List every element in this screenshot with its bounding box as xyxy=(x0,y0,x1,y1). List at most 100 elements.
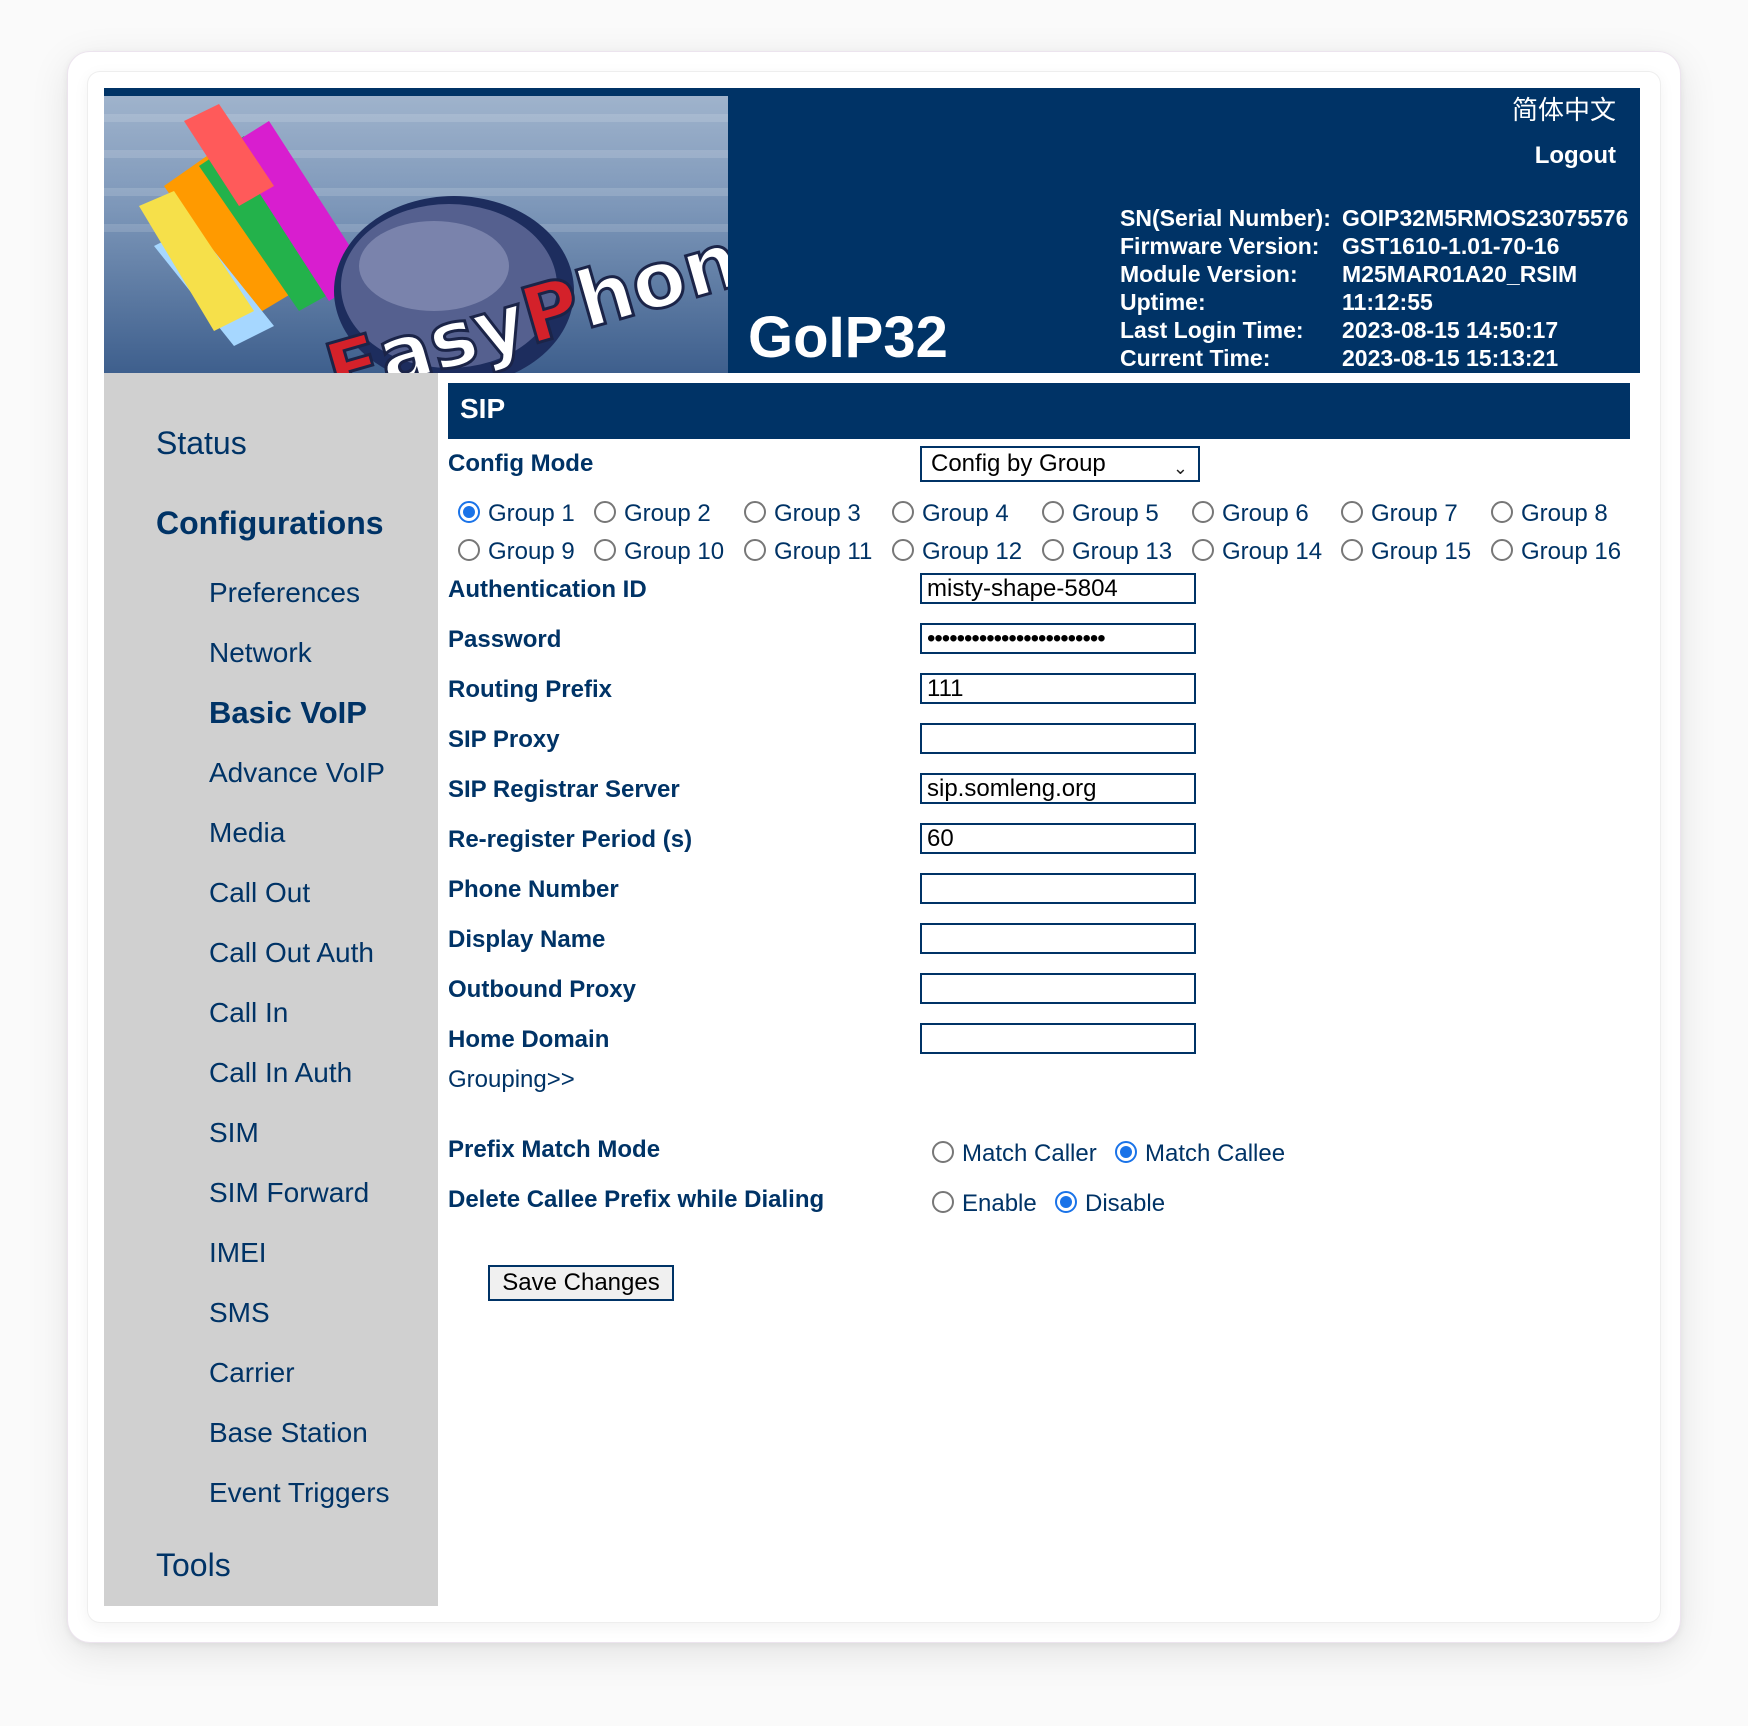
enable-radio[interactable]: Enable xyxy=(932,1190,1037,1218)
sip-proxy-input[interactable] xyxy=(920,723,1196,754)
group-radio-10[interactable]: Group 10 xyxy=(594,538,724,566)
radio-icon[interactable] xyxy=(594,539,616,561)
sidebar-item-configurations[interactable]: Configurations xyxy=(156,505,384,542)
group-radio-8[interactable]: Group 8 xyxy=(1491,500,1608,528)
sidebar-item-tools[interactable]: Tools xyxy=(156,1547,231,1584)
prefix-match-mode-label: Prefix Match Mode xyxy=(448,1136,661,1163)
sidebar-item-call-in[interactable]: Call In xyxy=(209,997,288,1029)
sidebar-item-base-station[interactable]: Base Station xyxy=(209,1417,368,1449)
sidebar-item-call-out[interactable]: Call Out xyxy=(209,877,310,909)
sidebar-item-event-triggers[interactable]: Event Triggers xyxy=(209,1477,390,1509)
info-label: Module Version: xyxy=(1120,261,1298,287)
password-input[interactable] xyxy=(920,623,1196,654)
routing-prefix-input[interactable] xyxy=(920,673,1196,704)
product-title: GoIP32 xyxy=(748,305,948,370)
sidebar-item-call-out-auth[interactable]: Call Out Auth xyxy=(209,937,374,969)
radio-icon[interactable] xyxy=(932,1191,954,1213)
radio-icon[interactable] xyxy=(1192,501,1214,523)
group-radio-4[interactable]: Group 4 xyxy=(892,500,1009,528)
disable-radio[interactable]: Disable xyxy=(1055,1190,1165,1218)
display-name-input[interactable] xyxy=(920,923,1196,954)
reregister-period-input[interactable] xyxy=(920,823,1196,854)
group-label: Group 8 xyxy=(1521,500,1608,527)
outbound-proxy-input[interactable] xyxy=(920,973,1196,1004)
match-caller-radio[interactable]: Match Caller xyxy=(932,1140,1097,1168)
sidebar-item-sim-forward[interactable]: SIM Forward xyxy=(209,1177,369,1209)
info-value: 11:12:55 xyxy=(1342,289,1433,315)
grouping-link[interactable]: Grouping>> xyxy=(448,1066,575,1094)
radio-icon[interactable] xyxy=(744,501,766,523)
sidebar-item-advance-voip[interactable]: Advance VoIP xyxy=(209,757,385,789)
reregister-period-label: Re-register Period (s) xyxy=(448,826,693,853)
sidebar-item-imei[interactable]: IMEI xyxy=(209,1237,267,1269)
config-mode-value: Config by Group xyxy=(931,450,1106,477)
home-domain-label: Home Domain xyxy=(448,1026,610,1053)
radio-checked-icon[interactable] xyxy=(1055,1191,1077,1213)
group-label: Group 4 xyxy=(922,500,1009,527)
info-row-module: Module Version: M25MAR01A20_RSIM xyxy=(1120,260,1628,288)
group-label: Group 12 xyxy=(922,538,1023,565)
group-radio-6[interactable]: Group 6 xyxy=(1192,500,1309,528)
radio-icon[interactable] xyxy=(1491,539,1513,561)
group-radio-9[interactable]: Group 9 xyxy=(458,538,575,566)
sidebar-item-carrier[interactable]: Carrier xyxy=(209,1357,295,1389)
save-changes-button[interactable]: Save Changes xyxy=(488,1265,674,1301)
sidebar-item-sim[interactable]: SIM xyxy=(209,1117,259,1149)
match-callee-radio[interactable]: Match Callee xyxy=(1115,1140,1285,1168)
auth-id-input[interactable] xyxy=(920,573,1196,604)
info-row-current-time: Current Time: 2023-08-15 15:13:21 xyxy=(1120,344,1628,372)
config-mode-select[interactable]: Config by Group ⌄ xyxy=(920,446,1200,482)
sidebar-item-sms[interactable]: SMS xyxy=(209,1297,270,1329)
phone-number-input[interactable] xyxy=(920,873,1196,904)
radio-icon[interactable] xyxy=(892,539,914,561)
group-radio-14[interactable]: Group 14 xyxy=(1192,538,1322,566)
radio-icon[interactable] xyxy=(1491,501,1513,523)
info-value: 2023-08-15 14:50:17 xyxy=(1342,317,1559,343)
group-label: Group 1 xyxy=(488,500,575,527)
sip-registrar-input[interactable] xyxy=(920,773,1196,804)
radio-icon[interactable] xyxy=(744,539,766,561)
info-row-uptime: Uptime: 11:12:55 xyxy=(1120,288,1628,316)
group-radio-11[interactable]: Group 11 xyxy=(744,538,872,566)
radio-icon[interactable] xyxy=(1042,539,1064,561)
radio-icon[interactable] xyxy=(1341,501,1363,523)
radio-icon[interactable] xyxy=(458,539,480,561)
sidebar-item-call-in-auth[interactable]: Call In Auth xyxy=(209,1057,352,1089)
routing-prefix-label: Routing Prefix xyxy=(448,676,613,703)
group-radio-1[interactable]: Group 1 xyxy=(458,500,575,528)
group-label: Group 10 xyxy=(624,538,725,565)
radio-icon[interactable] xyxy=(1341,539,1363,561)
info-row-last-login: Last Login Time: 2023-08-15 14:50:17 xyxy=(1120,316,1628,344)
radio-icon[interactable] xyxy=(1192,539,1214,561)
group-radio-2[interactable]: Group 2 xyxy=(594,500,711,528)
language-link[interactable]: 简体中文 xyxy=(1512,90,1616,127)
group-radio-7[interactable]: Group 7 xyxy=(1341,500,1458,528)
group-radio-5[interactable]: Group 5 xyxy=(1042,500,1159,528)
password-label: Password xyxy=(448,626,562,653)
sidebar-item-network[interactable]: Network xyxy=(209,637,312,669)
sidebar-item-preferences[interactable]: Preferences xyxy=(209,577,360,609)
sidebar-item-media[interactable]: Media xyxy=(209,817,285,849)
sidebar-item-basic-voip[interactable]: Basic VoIP xyxy=(209,695,367,731)
home-domain-input[interactable] xyxy=(920,1023,1196,1054)
radio-icon[interactable] xyxy=(594,501,616,523)
group-label: Group 13 xyxy=(1072,538,1173,565)
radio-checked-icon[interactable] xyxy=(458,501,480,523)
group-radio-15[interactable]: Group 15 xyxy=(1341,538,1471,566)
group-label: Group 9 xyxy=(488,538,575,565)
group-radio-12[interactable]: Group 12 xyxy=(892,538,1022,566)
info-value: GST1610-1.01-70-16 xyxy=(1342,233,1560,259)
group-radio-13[interactable]: Group 13 xyxy=(1042,538,1172,566)
group-label: Group 16 xyxy=(1521,538,1622,565)
radio-icon[interactable] xyxy=(1042,501,1064,523)
radio-icon[interactable] xyxy=(892,501,914,523)
sip-proxy-label: SIP Proxy xyxy=(448,726,560,753)
group-radio-16[interactable]: Group 16 xyxy=(1491,538,1621,566)
logout-link[interactable]: Logout xyxy=(1535,142,1616,170)
info-row-firmware: Firmware Version: GST1610-1.01-70-16 xyxy=(1120,232,1628,260)
group-label: Group 5 xyxy=(1072,500,1159,527)
group-radio-3[interactable]: Group 3 xyxy=(744,500,861,528)
sidebar-item-status[interactable]: Status xyxy=(156,425,247,462)
radio-checked-icon[interactable] xyxy=(1115,1141,1137,1163)
radio-icon[interactable] xyxy=(932,1141,954,1163)
